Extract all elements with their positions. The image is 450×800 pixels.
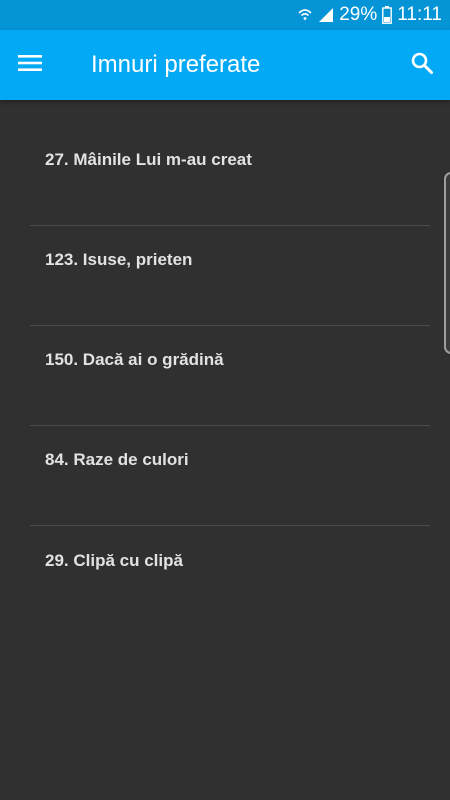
- search-button[interactable]: [402, 45, 442, 85]
- signal-icon: [318, 7, 334, 23]
- status-bar: 29% 11:11: [0, 0, 450, 30]
- hymn-label: 27. Mâinile Lui m-au creat: [45, 150, 252, 169]
- edge-panel-handle[interactable]: [444, 172, 450, 354]
- hymn-label: 123. Isuse, prieten: [45, 250, 193, 269]
- search-icon: [410, 51, 434, 80]
- clock: 11:11: [397, 4, 442, 25]
- hymn-list: 27. Mâinile Lui m-au creat 123. Isuse, p…: [0, 100, 450, 626]
- list-item[interactable]: 29. Clipă cu clipă: [30, 526, 430, 626]
- app-bar: Imnuri preferate: [0, 30, 450, 100]
- battery-icon: [382, 6, 393, 24]
- page-title: Imnuri preferate: [91, 51, 261, 78]
- menu-icon: [18, 53, 42, 78]
- menu-button[interactable]: [10, 45, 50, 85]
- battery-percentage: 29%: [339, 4, 378, 25]
- wifi-icon: [297, 7, 313, 23]
- hymn-label: 84. Raze de culori: [45, 450, 189, 469]
- list-item[interactable]: 27. Mâinile Lui m-au creat: [30, 100, 430, 226]
- list-item[interactable]: 150. Dacă ai o grădină: [30, 326, 430, 426]
- list-item[interactable]: 84. Raze de culori: [30, 426, 430, 526]
- list-item[interactable]: 123. Isuse, prieten: [30, 226, 430, 326]
- hymn-label: 29. Clipă cu clipă: [45, 551, 183, 570]
- hymn-label: 150. Dacă ai o grădină: [45, 350, 224, 369]
